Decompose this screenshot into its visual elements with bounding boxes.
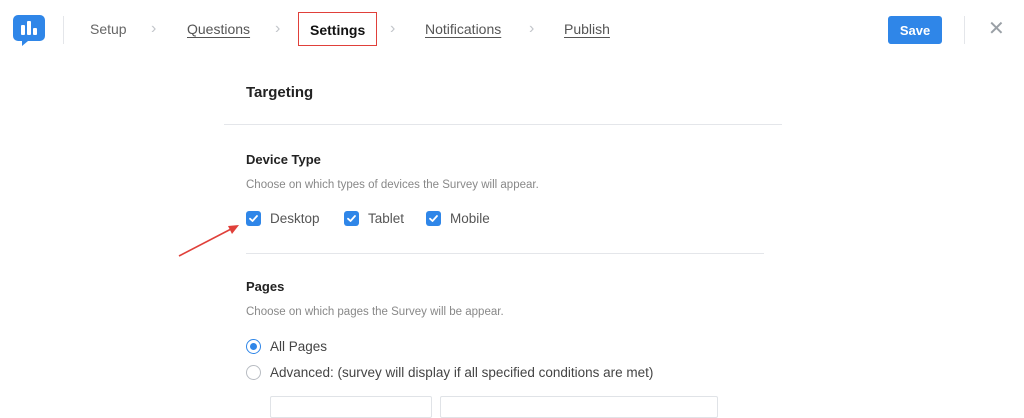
tablet-checkbox[interactable]: Tablet [344,211,404,226]
divider [63,16,64,44]
condition-value-field[interactable] [440,396,718,418]
divider [964,16,965,44]
step-setup[interactable]: Setup [90,21,127,37]
advanced-label: Advanced: (survey will display if all sp… [270,365,654,380]
chevron-right-icon: › [390,20,396,37]
checkmark-icon [426,211,441,226]
device-type-heading: Device Type [246,152,321,167]
step-publish[interactable]: Publish [564,21,610,37]
pages-heading: Pages [246,279,285,294]
arrow-annotation [178,225,239,257]
divider [246,253,764,254]
radio-selected-icon [246,339,261,354]
divider [224,124,782,125]
step-settings[interactable]: Settings [298,12,378,46]
logo-icon[interactable] [12,13,46,47]
close-icon[interactable]: ✕ [988,18,1005,40]
top-bar: Setup › Questions › Settings › Notificat… [0,0,1024,62]
chevron-right-icon: › [529,20,535,37]
all-pages-radio[interactable]: All Pages [246,339,327,354]
mobile-label: Mobile [450,211,490,226]
desktop-label: Desktop [270,211,320,226]
mobile-checkbox[interactable]: Mobile [426,211,490,226]
pages-description: Choose on which pages the Survey will be… [246,306,504,318]
step-notifications[interactable]: Notifications [425,21,501,37]
chevron-right-icon: › [275,20,281,37]
save-button[interactable]: Save [888,16,942,44]
section-title: Targeting [246,84,314,101]
tablet-label: Tablet [368,211,405,226]
all-pages-label: All Pages [270,339,328,354]
checkmark-icon [246,211,261,226]
checkmark-icon [344,211,359,226]
device-type-description: Choose on which types of devices the Sur… [246,179,539,191]
desktop-checkbox[interactable]: Desktop [246,211,320,226]
chevron-right-icon: › [151,20,157,37]
radio-unselected-icon [246,365,261,380]
advanced-radio[interactable]: Advanced: (survey will display if all sp… [246,365,653,380]
condition-field[interactable] [270,396,432,418]
step-questions[interactable]: Questions [187,21,250,37]
